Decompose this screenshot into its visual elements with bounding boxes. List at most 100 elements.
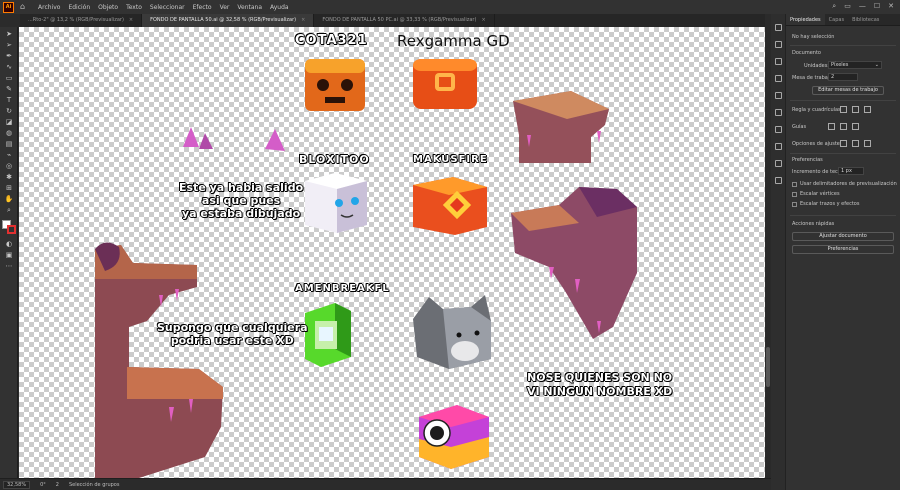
label-bloxitoo: BLOXITOO — [299, 153, 370, 166]
pen-tool-icon[interactable]: ✒ — [4, 52, 14, 60]
curvature-tool-icon[interactable]: ∿ — [4, 63, 14, 71]
zoom-level[interactable]: 32,58% — [3, 480, 31, 489]
shape-builder-tool-icon[interactable]: ◍ — [4, 129, 14, 137]
platform-top-right[interactable] — [513, 91, 609, 163]
blend-tool-icon[interactable]: ◎ — [4, 162, 14, 170]
close-icon[interactable]: ✕ — [888, 2, 894, 11]
icon-cota321[interactable] — [305, 59, 365, 111]
hand-tool-icon[interactable]: ✋ — [4, 195, 14, 203]
note-already-drawn: Este ya habia salido asi que pues ya est… — [179, 181, 303, 220]
chevron-down-icon: ⌄ — [874, 62, 879, 68]
screen-mode-icon[interactable]: ▣ — [4, 251, 14, 259]
icon-bloxitoo[interactable] — [305, 173, 367, 233]
pencil-tool-icon[interactable]: ✎ — [4, 85, 14, 93]
menu-efecto[interactable]: Efecto — [193, 4, 212, 11]
edit-artboards-button[interactable]: Editar mesas de trabajo — [812, 86, 884, 95]
pathfinder-icon[interactable] — [775, 177, 782, 184]
direct-selection-tool-icon[interactable]: ➢ — [4, 41, 14, 49]
tab-document-1[interactable]: ...Rto-2" @ 13,2 % (RGB/Previsualizar) × — [20, 14, 143, 27]
artboard-canvas[interactable]: COTA321 Rexgamma GD BLOXITOO MAKUSFIRE A… — [19, 27, 765, 478]
preferences-button[interactable]: Preferencias — [792, 245, 894, 254]
tab-label: FONDO DE PANTALLA 50.ai @ 32,58 % (RGB/P… — [150, 17, 297, 23]
rotation-angle[interactable]: 0° — [40, 482, 46, 488]
floating-island-left[interactable] — [95, 242, 223, 478]
close-tab-icon[interactable]: × — [301, 17, 305, 23]
icon-cat[interactable] — [413, 295, 491, 369]
fit-document-button[interactable]: Ajustar documento — [792, 232, 894, 241]
home-icon[interactable]: ⌂ — [20, 2, 30, 12]
menu-archivo[interactable]: Archivo — [38, 4, 60, 11]
floating-island-right[interactable] — [511, 187, 637, 339]
icon-rexgamma[interactable] — [413, 59, 477, 109]
zoom-tool-icon[interactable]: ⌕ — [4, 206, 14, 214]
symbol-sprayer-tool-icon[interactable]: ✱ — [4, 173, 14, 181]
menu-edicion[interactable]: Edición — [68, 4, 90, 11]
menu-ver[interactable]: Ver — [220, 4, 230, 11]
rotate-tool-icon[interactable]: ↻ — [4, 107, 14, 115]
checkbox-scale-corners[interactable]: Escalar vértices — [792, 191, 840, 197]
checkbox-preview-bounds[interactable]: Usar delimitadores de previsualización — [792, 181, 897, 187]
artboard-navigator[interactable]: 2 — [56, 482, 59, 488]
checkbox[interactable] — [792, 191, 797, 197]
menu-ventana[interactable]: Ventana — [237, 4, 262, 11]
search-icon[interactable]: ⌕ — [832, 2, 836, 11]
selection-tool-icon[interactable]: ➤ — [4, 30, 14, 38]
artboard-tool-icon[interactable]: ⊞ — [4, 184, 14, 192]
tab-propiedades[interactable]: Propiedades — [786, 14, 825, 25]
appearance-icon[interactable] — [775, 126, 782, 133]
grid-icon[interactable] — [852, 106, 859, 113]
lock-guides-icon[interactable] — [840, 123, 847, 130]
checkbox[interactable] — [792, 181, 797, 187]
menu-texto[interactable]: Texto — [126, 4, 142, 11]
scrollbar-thumb[interactable] — [766, 347, 770, 387]
checkbox[interactable] — [792, 201, 797, 207]
swatches-icon[interactable] — [775, 58, 782, 65]
menu-seleccionar[interactable]: Seleccionar — [150, 4, 185, 11]
snap-to-grid-icon[interactable] — [852, 140, 859, 147]
rulers-icon[interactable] — [840, 106, 847, 113]
brushes-icon[interactable] — [775, 75, 782, 82]
show-guides-icon[interactable] — [828, 123, 835, 130]
comments-icon[interactable] — [775, 24, 782, 31]
transform-icon[interactable] — [775, 143, 782, 150]
eraser-tool-icon[interactable]: ◪ — [4, 118, 14, 126]
tab-document-3[interactable]: FONDO DE PANTALLA 50 PC.ai @ 33,33 % (RG… — [314, 14, 495, 27]
note-line: Supongo que cualquiera — [157, 321, 308, 334]
symbols-icon[interactable] — [775, 92, 782, 99]
icon-makusfire[interactable] — [413, 177, 487, 235]
workspace-icon[interactable]: ▭ — [844, 2, 851, 11]
note-line: asi que pues — [201, 194, 281, 207]
color-icon[interactable] — [775, 41, 782, 48]
gradient-tool-icon[interactable]: ▤ — [4, 140, 14, 148]
fill-stroke-swatches[interactable] — [2, 220, 16, 234]
keyboard-increment-field[interactable]: 1 px — [838, 167, 864, 175]
icon-eye-creature[interactable] — [419, 405, 489, 469]
transparency-grid-icon[interactable] — [864, 106, 871, 113]
maximize-icon[interactable]: ☐ — [874, 2, 880, 11]
drawing-mode-icon[interactable]: ◐ — [4, 240, 14, 248]
tab-document-2[interactable]: FONDO DE PANTALLA 50.ai @ 32,58 % (RGB/P… — [142, 14, 315, 27]
icon-amenbreakfl[interactable] — [305, 303, 351, 367]
units-dropdown[interactable]: Píxeles ⌄ — [828, 61, 882, 69]
snap-to-pixel-icon[interactable] — [864, 140, 871, 147]
tab-capas[interactable]: Capas — [825, 14, 848, 25]
layers-icon[interactable] — [775, 109, 782, 116]
menu-ayuda[interactable]: Ayuda — [270, 4, 289, 11]
close-tab-icon[interactable]: × — [129, 17, 133, 23]
eyedropper-tool-icon[interactable]: ⌁ — [4, 151, 14, 159]
rectangle-tool-icon[interactable]: ▭ — [4, 74, 14, 82]
stroke-swatch[interactable] — [7, 225, 16, 234]
smart-guides-icon[interactable] — [852, 123, 859, 130]
artboard-select[interactable]: 2 — [828, 73, 858, 81]
tab-bibliotecas[interactable]: Bibliotecas — [848, 14, 883, 25]
note-no-name: NOSE QUIENES SON NO VI NINGUN NOMBRE XD — [527, 371, 672, 399]
type-tool-icon[interactable]: T — [4, 96, 14, 104]
minimize-icon[interactable]: — — [859, 2, 866, 11]
menu-objeto[interactable]: Objeto — [98, 4, 118, 11]
guides-label: Guías — [792, 124, 807, 130]
snap-to-point-icon[interactable] — [840, 140, 847, 147]
close-tab-icon[interactable]: × — [481, 17, 485, 23]
checkbox-scale-strokes[interactable]: Escalar trazos y efectos — [792, 201, 859, 207]
more-tools-icon[interactable]: ⋯ — [4, 262, 14, 270]
align-icon[interactable] — [775, 160, 782, 167]
